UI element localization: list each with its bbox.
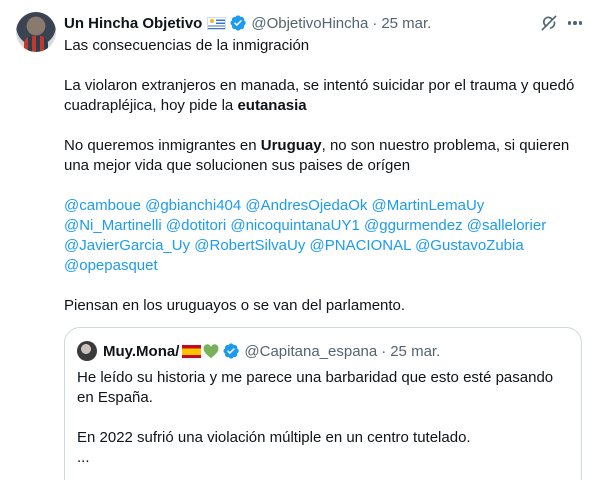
- tweet-closing-line: Piensan en los uruguayos o se van del pa…: [64, 297, 406, 314]
- mentions-list: @camboue @gbianchi404 @AndresOjedaOk @Ma…: [64, 196, 584, 276]
- author-avatar[interactable]: [16, 12, 56, 52]
- mention-link[interactable]: @gbianchi404: [145, 197, 241, 214]
- mention-link[interactable]: @ggurmendez: [364, 217, 463, 234]
- spain-flag-icon: [182, 344, 202, 358]
- more-options-icon[interactable]: [565, 13, 585, 33]
- mention-link[interactable]: @JavierGarcia_Uy: [64, 237, 190, 254]
- author-handle[interactable]: @ObjetivoHincha: [251, 15, 368, 32]
- tweet-timestamp[interactable]: 25 mar.: [381, 15, 431, 32]
- separator-dot: ·: [381, 342, 387, 360]
- mention-link[interactable]: @GustavoZubia: [415, 237, 524, 254]
- quoted-tweet-header: Muy.Mona/ @Capitana_espana · 25 mar.: [103, 340, 440, 362]
- mention-link[interactable]: @PNACIONAL: [310, 237, 411, 254]
- quoted-tweet[interactable]: Muy.Mona/ @Capitana_espana · 25 mar. He …: [64, 327, 582, 480]
- quoted-tweet-timestamp[interactable]: 25 mar.: [390, 343, 440, 360]
- bold-word-eutanasia: eutanasia: [237, 97, 307, 114]
- mention-link[interactable]: @MartinLemaUy: [372, 197, 485, 214]
- mention-link[interactable]: @opepasquet: [64, 257, 158, 274]
- quoted-ellipsis: ...: [77, 449, 90, 466]
- uruguay-flag-icon: [207, 16, 227, 30]
- quoted-author-name[interactable]: Muy.Mona/: [103, 343, 179, 360]
- quoted-tweet-text: He leído su historia y me parece una bar…: [77, 368, 567, 468]
- tweet[interactable]: Un Hincha Objetivo @ObjetivoHincha · 25 …: [0, 0, 599, 480]
- mention-link[interactable]: @camboue: [64, 197, 141, 214]
- quoted-author-avatar[interactable]: [77, 341, 97, 361]
- tweet-text: Las consecuencias de la inmigración La v…: [64, 36, 584, 316]
- quoted-line-1: He leído su historia y me parece una bar…: [77, 369, 554, 406]
- tweet-header: Un Hincha Objetivo @ObjetivoHincha · 25 …: [64, 12, 587, 34]
- green-heart-icon: [203, 343, 219, 359]
- verified-badge-icon[interactable]: [222, 342, 240, 360]
- mention-link[interactable]: @AndresOjedaOk: [245, 197, 367, 214]
- separator-dot: ·: [372, 14, 378, 32]
- mention-link[interactable]: @Ni_Martinelli: [64, 217, 162, 234]
- grok-icon[interactable]: [539, 13, 559, 33]
- verified-badge-icon[interactable]: [229, 14, 247, 32]
- author-name[interactable]: Un Hincha Objetivo: [64, 15, 202, 32]
- quoted-line-2: En 2022 sufrió una violación múltiple en…: [77, 429, 471, 446]
- mention-link[interactable]: @nicoquintanaUY1: [230, 217, 359, 234]
- avatar-shirt: [24, 36, 48, 52]
- mention-link[interactable]: @dotitori: [166, 217, 226, 234]
- mention-link[interactable]: @sallelorier: [467, 217, 546, 234]
- tweet-paragraph-3: No queremos inmigrantes en Uruguay, no s…: [64, 137, 570, 174]
- tweet-line-1: Las consecuencias de la inmigración: [64, 37, 310, 54]
- bold-word-uruguay: Uruguay: [260, 137, 322, 154]
- mention-link[interactable]: @RobertSilvaUy: [194, 237, 305, 254]
- tweet-paragraph-2: La violaron extranjeros en manada, se in…: [64, 77, 575, 114]
- quoted-author-handle[interactable]: @Capitana_espana: [244, 343, 377, 360]
